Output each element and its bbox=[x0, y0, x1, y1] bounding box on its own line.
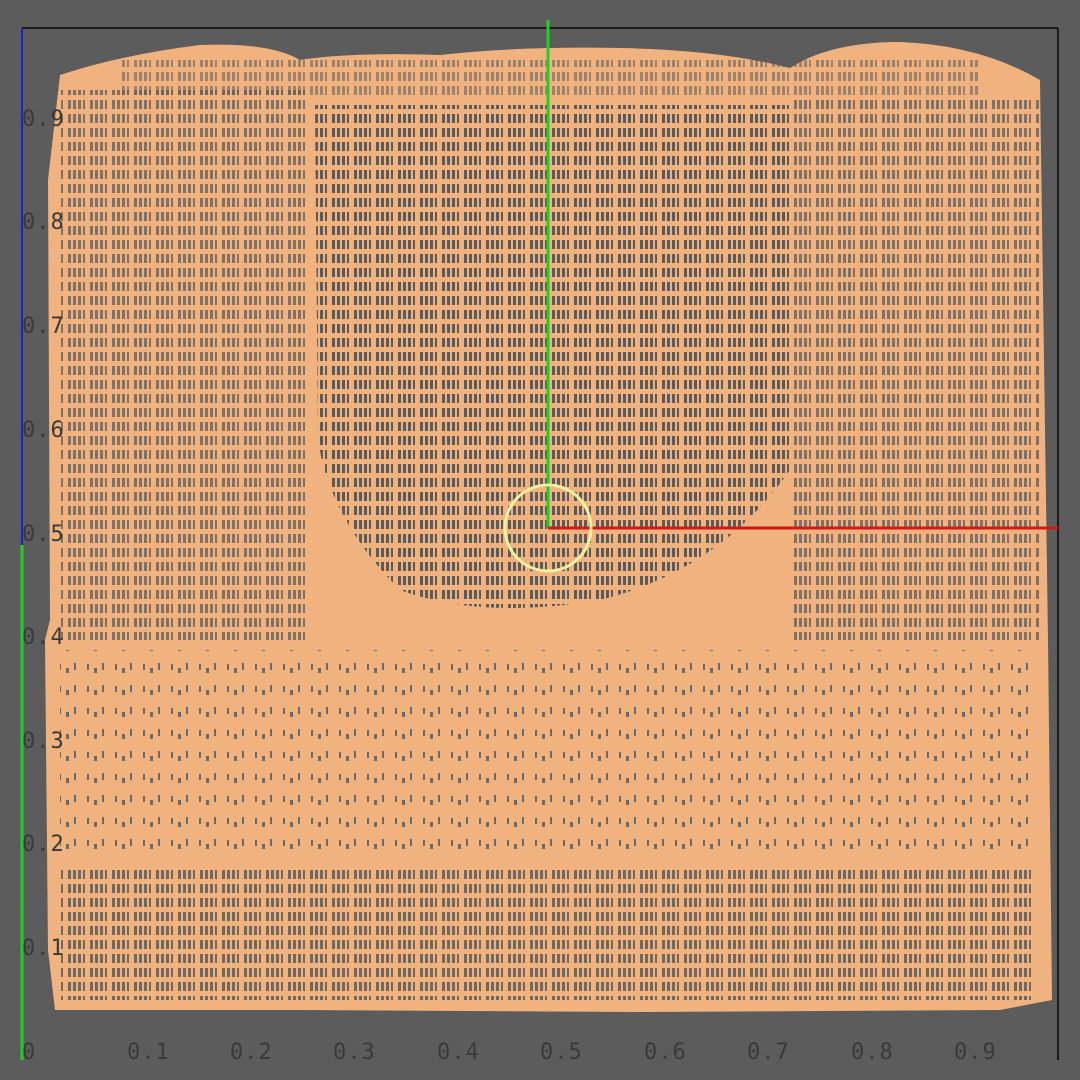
uv-mesh-dense-center bbox=[315, 105, 790, 608]
uv-mesh-right bbox=[790, 95, 1040, 640]
v-tick-0-4: 0.4 bbox=[22, 625, 65, 650]
u-tick-0-3: 0.3 bbox=[333, 1040, 376, 1065]
v-tick-0-5: 0.5 bbox=[22, 522, 65, 547]
u-tick-0-1: 0.1 bbox=[127, 1040, 170, 1065]
v-tick-0-3: 0.3 bbox=[22, 729, 65, 754]
v-tick-0-6: 0.6 bbox=[22, 418, 65, 443]
uv-mesh-left bbox=[60, 90, 305, 640]
uv-mesh-sparse-band bbox=[60, 650, 1035, 850]
v-tick-0-8: 0.8 bbox=[22, 210, 65, 235]
u-tick-0-8: 0.8 bbox=[851, 1040, 894, 1065]
v-tick-0-2: 0.2 bbox=[22, 832, 65, 857]
u-tick-0: 0 bbox=[22, 1040, 37, 1065]
u-tick-0-4: 0.4 bbox=[437, 1040, 480, 1065]
uv-editor-viewport[interactable]: 0 0.1 0.2 0.3 0.4 0.5 0.6 0.7 0.8 0.9 0.… bbox=[0, 0, 1080, 1080]
uv-mesh-top-strip bbox=[120, 60, 980, 95]
u-tick-0-6: 0.6 bbox=[644, 1040, 687, 1065]
uv-mesh-bottom-strip bbox=[60, 865, 1035, 1000]
u-tick-0-2: 0.2 bbox=[230, 1040, 273, 1065]
v-tick-0-1: 0.1 bbox=[22, 936, 65, 961]
v-tick-0-7: 0.7 bbox=[22, 314, 65, 339]
u-tick-0-9: 0.9 bbox=[954, 1040, 997, 1065]
v-tick-0-9: 0.9 bbox=[22, 107, 65, 132]
u-tick-0-5: 0.5 bbox=[540, 1040, 583, 1065]
u-tick-0-7: 0.7 bbox=[747, 1040, 790, 1065]
uv-canvas[interactable] bbox=[0, 0, 1080, 1080]
